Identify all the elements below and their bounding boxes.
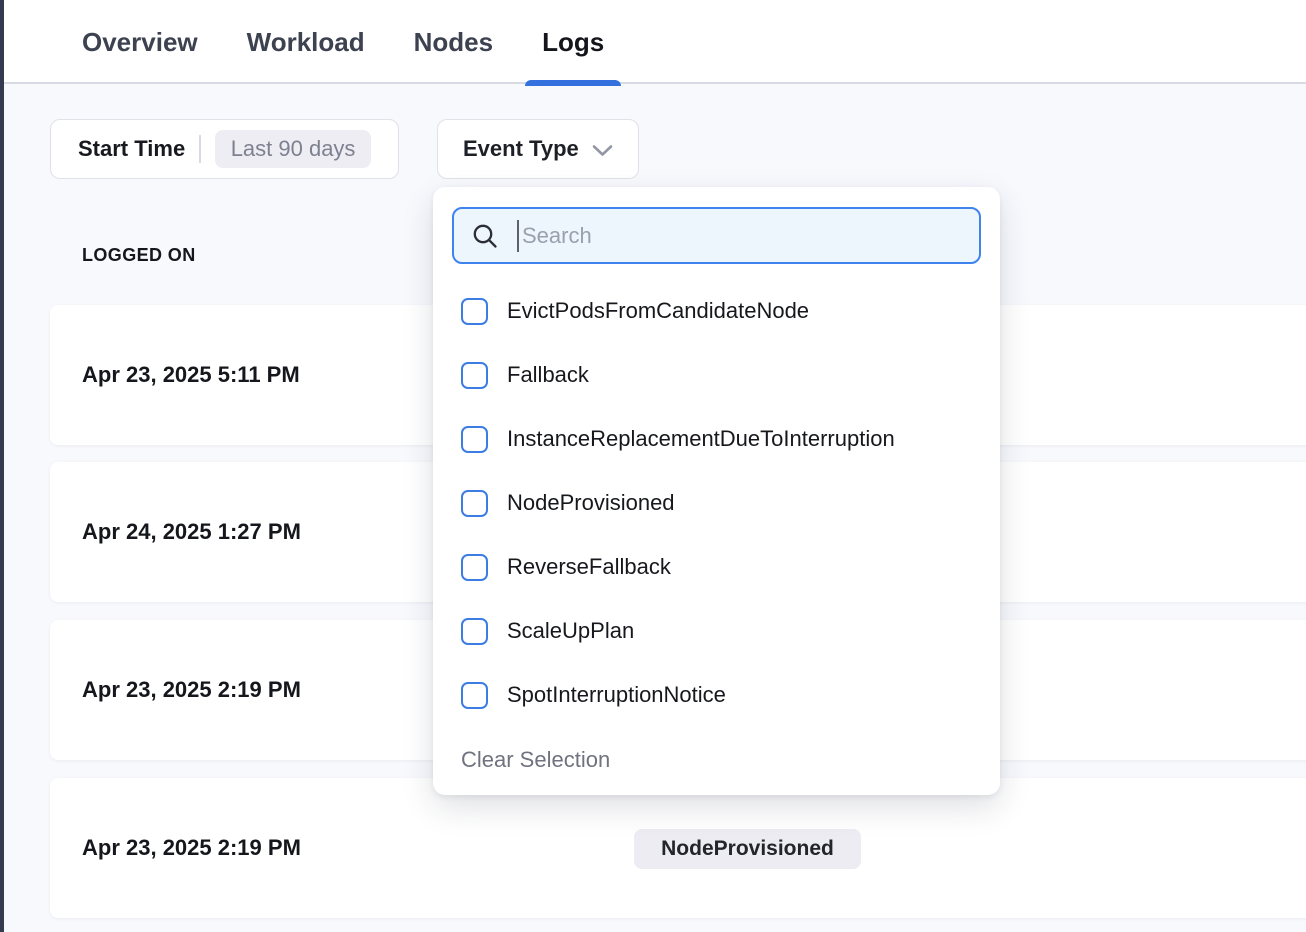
logged-on-value: Apr 24, 2025 1:27 PM: [82, 519, 301, 545]
tab-nodes[interactable]: Nodes: [414, 0, 493, 84]
event-type-dropdown: EvictPodsFromCandidateNode Fallback Inst…: [433, 187, 1000, 795]
option-EvictPodsFromCandidateNode[interactable]: EvictPodsFromCandidateNode: [433, 279, 1000, 343]
logged-on-column-header: LOGGED ON: [82, 245, 196, 266]
logs-page: Overview Workload Nodes Logs Start Time …: [0, 0, 1306, 932]
checkbox-unchecked[interactable]: [461, 426, 488, 453]
clear-selection-button[interactable]: Clear Selection: [461, 747, 610, 773]
tab-logs[interactable]: Logs: [542, 0, 604, 84]
checkbox-unchecked[interactable]: [461, 554, 488, 581]
option-label: ReverseFallback: [507, 554, 671, 580]
option-SpotInterruptionNotice[interactable]: SpotInterruptionNotice: [433, 663, 1000, 727]
option-NodeProvisioned[interactable]: NodeProvisioned: [433, 471, 1000, 535]
option-InstanceReplacementDueToInterruption[interactable]: InstanceReplacementDueToInterruption: [433, 407, 1000, 471]
chevron-down-icon: [592, 144, 613, 157]
option-label: Fallback: [507, 362, 589, 388]
checkbox-unchecked[interactable]: [461, 490, 488, 517]
search-input[interactable]: [519, 209, 979, 262]
collapsed-sidebar-edge: [0, 0, 4, 932]
logged-on-value: Apr 23, 2025 2:19 PM: [82, 677, 301, 703]
start-time-filter-button[interactable]: Start Time Last 90 days: [50, 119, 399, 179]
tab-header: Overview Workload Nodes Logs: [4, 0, 1306, 84]
event-type-option-list: EvictPodsFromCandidateNode Fallback Inst…: [433, 279, 1000, 727]
option-label: ScaleUpPlan: [507, 618, 634, 644]
table-row[interactable]: Apr 23, 2025 2:19 PM NodeProvisioned: [50, 778, 1306, 918]
event-type-badge: NodeProvisioned: [634, 829, 861, 869]
event-type-filter-button[interactable]: Event Type: [437, 119, 639, 179]
tab-overview[interactable]: Overview: [82, 0, 198, 84]
option-ReverseFallback[interactable]: ReverseFallback: [433, 535, 1000, 599]
option-label: InstanceReplacementDueToInterruption: [507, 426, 895, 452]
tab-workload[interactable]: Workload: [247, 0, 365, 84]
option-ScaleUpPlan[interactable]: ScaleUpPlan: [433, 599, 1000, 663]
checkbox-unchecked[interactable]: [461, 298, 488, 325]
event-type-label: Event Type: [463, 136, 579, 162]
checkbox-unchecked[interactable]: [461, 682, 488, 709]
start-time-value-pill: Last 90 days: [215, 130, 372, 168]
checkbox-unchecked[interactable]: [461, 618, 488, 645]
filter-divider: [199, 135, 201, 163]
option-label: NodeProvisioned: [507, 490, 675, 516]
dropdown-search-box: [452, 207, 981, 264]
logged-on-value: Apr 23, 2025 2:19 PM: [82, 835, 301, 861]
search-icon: [471, 222, 499, 250]
logged-on-value: Apr 23, 2025 5:11 PM: [82, 362, 300, 388]
checkbox-unchecked[interactable]: [461, 362, 488, 389]
start-time-label: Start Time: [78, 136, 185, 162]
tab-bar: Overview Workload Nodes Logs: [82, 0, 604, 84]
option-label: EvictPodsFromCandidateNode: [507, 298, 809, 324]
option-label: SpotInterruptionNotice: [507, 682, 726, 708]
option-Fallback[interactable]: Fallback: [433, 343, 1000, 407]
